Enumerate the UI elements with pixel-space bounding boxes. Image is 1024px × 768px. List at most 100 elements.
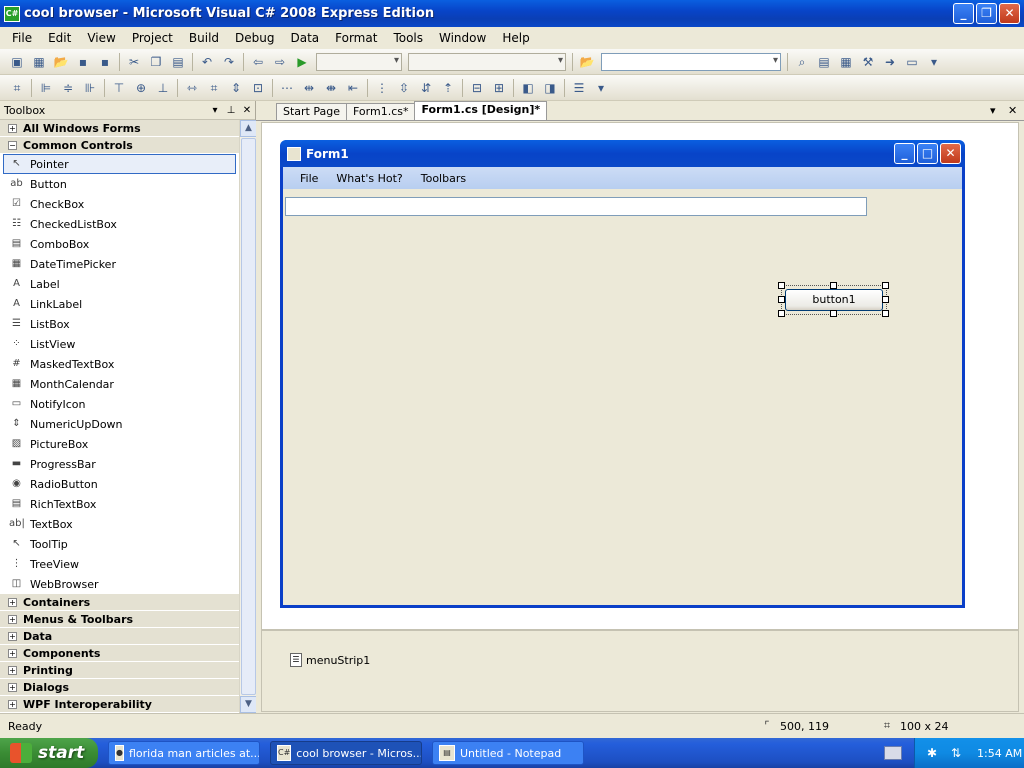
cut-icon[interactable]: ✂ (126, 54, 142, 70)
auto-hide-pin-icon[interactable]: ⊥ (223, 105, 239, 116)
make-same-size-icon[interactable]: ⊡ (250, 80, 266, 96)
toolbox-item-combobox[interactable]: ▤ ComboBox (0, 234, 239, 254)
menu-window[interactable]: Window (431, 31, 494, 45)
component-menustrip1[interactable]: ☰ menuStrip1 (290, 653, 370, 667)
properties-window-icon[interactable]: ▤ (816, 54, 832, 70)
window-position-icon[interactable]: ▾ (207, 105, 223, 116)
button1[interactable]: button1 (785, 289, 883, 311)
toolbox-item-notifyicon[interactable]: ▭ NotifyIcon (0, 394, 239, 414)
menu-view[interactable]: View (79, 31, 123, 45)
form-textbox[interactable] (285, 197, 867, 216)
toolbox-item-numericupdown[interactable]: ⇕ NumericUpDown (0, 414, 239, 434)
toolbox-item-tooltip[interactable]: ↖ ToolTip (0, 534, 239, 554)
resize-handle-nw[interactable] (778, 282, 785, 289)
menu-build[interactable]: Build (181, 31, 227, 45)
align-bottoms-icon[interactable]: ⊥ (155, 80, 171, 96)
toolbox-window-icon[interactable]: ⚒ (860, 54, 876, 70)
menu-help[interactable]: Help (494, 31, 537, 45)
vertical-spacing-equal-icon[interactable]: ⋮ (374, 80, 390, 96)
toolbox-item-pointer[interactable]: ↖ Pointer (3, 154, 236, 174)
horizontal-spacing-decrease-icon[interactable]: ⇼ (323, 80, 339, 96)
horizontal-spacing-increase-icon[interactable]: ⇹ (301, 80, 317, 96)
toolbox-category-printing[interactable]: + Printing (0, 662, 239, 679)
toolbox-item-maskedtextbox[interactable]: # MaskedTextBox (0, 354, 239, 374)
start-button[interactable]: . start (0, 738, 98, 768)
scroll-up-arrow-icon[interactable]: ▲ (240, 120, 257, 137)
toolbox-item-button[interactable]: ab Button (0, 174, 239, 194)
toolbox-item-checkbox[interactable]: ☑ CheckBox (0, 194, 239, 214)
toolbox-category-common-controls[interactable]: − Common Controls (0, 137, 239, 154)
toolbox-item-progressbar[interactable]: ▬ ProgressBar (0, 454, 239, 474)
toolbox-item-monthcalendar[interactable]: ▦ MonthCalendar (0, 374, 239, 394)
align-lefts-icon[interactable]: ⊫ (38, 80, 54, 96)
form-menustrip[interactable]: File What's Hot? Toolbars (283, 167, 962, 189)
vertical-spacing-remove-icon[interactable]: ⇡ (440, 80, 456, 96)
tab-form1-design[interactable]: Form1.cs [Design]* (414, 101, 548, 120)
make-same-width-icon[interactable]: ⇿ (184, 80, 200, 96)
scrollbar-thumb[interactable] (241, 138, 256, 695)
start-page-icon[interactable]: ➜ (882, 54, 898, 70)
scroll-down-arrow-icon[interactable]: ▼ (240, 696, 257, 713)
copy-icon[interactable]: ❐ (148, 54, 164, 70)
vertical-spacing-decrease-icon[interactable]: ⇵ (418, 80, 434, 96)
toolbox-item-datetimepicker[interactable]: ▦ DateTimePicker (0, 254, 239, 274)
toolbar-options-icon[interactable]: ▾ (926, 54, 942, 70)
tab-form1-code[interactable]: Form1.cs* (346, 103, 416, 120)
taskbar-item-visual-studio[interactable]: C# cool browser - Micros... (270, 741, 422, 765)
horizontal-spacing-equal-icon[interactable]: ⋯ (279, 80, 295, 96)
undo-icon[interactable]: ↶ (199, 54, 215, 70)
form1-title-bar[interactable]: Form1 _ □ ✕ (280, 140, 965, 167)
toolbox-item-treeview[interactable]: ⋮ TreeView (0, 554, 239, 574)
menu-project[interactable]: Project (124, 31, 181, 45)
align-tops-icon[interactable]: ⊤ (111, 80, 127, 96)
toolbox-close-icon[interactable]: ✕ (239, 105, 255, 116)
navigate-backward-icon[interactable]: ⇦ (250, 54, 266, 70)
toolbox-category-wpf-interoperability[interactable]: + WPF Interoperability (0, 696, 239, 713)
navigate-forward-icon[interactable]: ⇨ (272, 54, 288, 70)
tab-start-page[interactable]: Start Page (276, 103, 347, 120)
resize-handle-w[interactable] (778, 296, 785, 303)
send-to-back-icon[interactable]: ◨ (542, 80, 558, 96)
menu-debug[interactable]: Debug (227, 31, 282, 45)
new-project-icon[interactable]: ▣ (9, 54, 25, 70)
tab-order-icon[interactable]: ☰ (571, 80, 587, 96)
object-browser-icon[interactable]: ▦ (838, 54, 854, 70)
tray-app-icon[interactable]: ✱ (925, 746, 939, 760)
center-horizontally-icon[interactable]: ⊟ (469, 80, 485, 96)
make-same-height-icon[interactable]: ⇕ (228, 80, 244, 96)
toolbox-scrollbar[interactable]: ▲ ▼ (239, 120, 257, 713)
form-menu-toolbars[interactable]: Toolbars (412, 172, 475, 185)
resize-handle-ne[interactable] (882, 282, 889, 289)
open-file-icon[interactable]: 📂 (53, 54, 69, 70)
find-combo[interactable] (601, 52, 781, 71)
align-middles-icon[interactable]: ⊕ (133, 80, 149, 96)
form1-window[interactable]: Form1 _ □ ✕ File What's Hot? Toolbars bu… (280, 140, 965, 608)
toolbox-category-containers[interactable]: + Containers (0, 594, 239, 611)
menu-tools[interactable]: Tools (385, 31, 431, 45)
center-vertically-icon[interactable]: ⊞ (491, 80, 507, 96)
resize-handle-n[interactable] (830, 282, 837, 289)
form-minimize-button[interactable]: _ (894, 143, 915, 164)
close-document-icon[interactable]: ✕ (1008, 104, 1017, 117)
minimize-button[interactable]: _ (953, 3, 974, 24)
find-in-files-icon[interactable]: 📂 (579, 54, 595, 70)
toolbox-item-checkedlistbox[interactable]: ☷ CheckedListBox (0, 214, 239, 234)
toolbox-category-components[interactable]: + Components (0, 645, 239, 662)
menu-data[interactable]: Data (282, 31, 327, 45)
align-centers-icon[interactable]: ≑ (60, 80, 76, 96)
vertical-spacing-increase-icon[interactable]: ⇳ (396, 80, 412, 96)
solution-explorer-icon[interactable]: ⌕ (794, 54, 810, 70)
taskbar-item-firefox[interactable]: ● florida man articles at... (108, 741, 260, 765)
toolbox-item-richtextbox[interactable]: ▤ RichTextBox (0, 494, 239, 514)
paste-icon[interactable]: ▤ (170, 54, 186, 70)
toolbox-item-listbox[interactable]: ☰ ListBox (0, 314, 239, 334)
solution-platform-combo[interactable] (408, 52, 566, 71)
form-maximize-button[interactable]: □ (917, 143, 938, 164)
solution-configuration-combo[interactable] (316, 52, 402, 71)
toolbox-category-dialogs[interactable]: + Dialogs (0, 679, 239, 696)
form-menu-file[interactable]: File (291, 172, 327, 185)
restore-button[interactable]: ❐ (976, 3, 997, 24)
resize-handle-s[interactable] (830, 310, 837, 317)
size-to-grid-icon[interactable]: ⌗ (206, 80, 222, 96)
toolbox-item-radiobutton[interactable]: ◉ RadioButton (0, 474, 239, 494)
